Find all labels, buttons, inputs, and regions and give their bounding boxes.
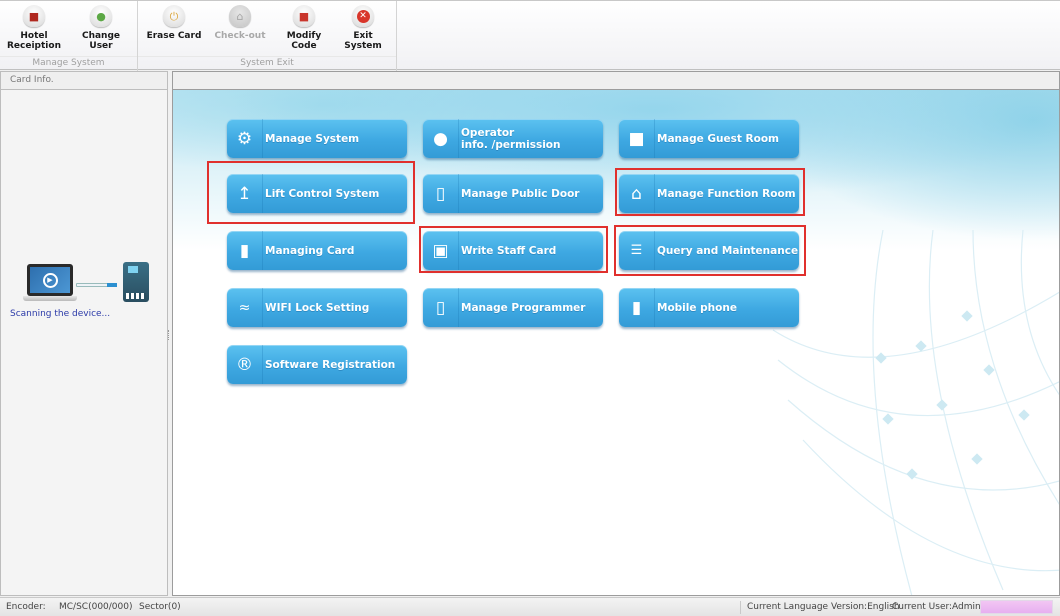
checkout-house-icon: ⌂ xyxy=(229,5,251,27)
write-staff-card-label: Write Staff Card xyxy=(461,244,557,257)
change-user-button[interactable]: ● Change User xyxy=(69,5,133,51)
group-label-manage-system: Manage System xyxy=(0,56,137,70)
escalator-icon: ↥ xyxy=(227,174,263,213)
current-user-status: Current User:Admin xyxy=(892,602,981,612)
main-function-panel: ⚙ Manage System ● Operator info. /permis… xyxy=(172,90,1060,596)
language-status: Current Language Version:English xyxy=(747,602,900,612)
managing-card-button[interactable]: ▮ Managing Card xyxy=(227,231,407,270)
exit-system-button[interactable]: ✕ Exit System xyxy=(331,5,395,51)
globe-background-graphic xyxy=(772,230,1059,595)
encoder-label: Encoder: xyxy=(6,602,46,612)
manage-programmer-button[interactable]: ▯ Manage Programmer xyxy=(423,288,603,327)
group-label-system-exit: System Exit xyxy=(138,56,396,70)
encoder-device-icon xyxy=(123,262,149,302)
main-header-bar xyxy=(172,71,1060,90)
exit-system-label: Exit System xyxy=(344,31,382,51)
card-tag-icon: ▮ xyxy=(227,231,263,270)
manage-public-door-label: Manage Public Door xyxy=(461,187,580,200)
query-maintenance-button[interactable]: ☰ Query and Maintenance xyxy=(619,231,799,270)
hotel-reception-label: Hotel Receiption xyxy=(7,31,61,51)
manage-system-label: Manage System xyxy=(265,132,360,145)
mobile-phone-icon: ▮ xyxy=(619,288,655,327)
status-separator xyxy=(740,601,741,614)
power-icon: ⏻ xyxy=(163,5,185,27)
sector-status: Sector(0) xyxy=(139,602,181,612)
status-progress-bar xyxy=(980,600,1053,614)
mobile-phone-button[interactable]: ▮ Mobile phone xyxy=(619,288,799,327)
managing-card-label: Managing Card xyxy=(265,244,355,257)
user-icon: ● xyxy=(423,119,459,158)
change-user-icon: ● xyxy=(90,5,112,27)
gear-icon: ⚙ xyxy=(227,119,263,158)
ribbon-group-system-exit: ⏻ Erase Card ⌂ Check-out ■ Modify Code ✕… xyxy=(138,1,397,71)
wifi-lock-setting-button[interactable]: ≈ WIFI Lock Setting xyxy=(227,288,407,327)
registered-icon: ® xyxy=(227,345,263,384)
ribbon-toolbar: ■ Hotel Receiption ● Change User Manage … xyxy=(0,0,1060,71)
software-registration-button[interactable]: ® Software Registration xyxy=(227,345,407,384)
check-out-button[interactable]: ⌂ Check-out xyxy=(208,5,272,41)
hotel-reception-button[interactable]: ■ Hotel Receiption xyxy=(2,5,66,51)
mc-sc-status: MC/SC(000/000) xyxy=(59,602,133,612)
wifi-lock-icon: ≈ xyxy=(227,288,263,327)
write-staff-card-button[interactable]: ▣ Write Staff Card xyxy=(423,231,603,270)
lift-control-system-label: Lift Control System xyxy=(265,187,380,200)
lift-control-system-button[interactable]: ↥ Lift Control System xyxy=(227,174,407,213)
manage-guest-room-button[interactable]: ■ Manage Guest Room xyxy=(619,119,799,158)
lock-icon: ■ xyxy=(619,119,655,158)
status-bar: Encoder: MC/SC(000/000) Sector(0) Curren… xyxy=(0,597,1060,616)
phone-device-icon: ▯ xyxy=(423,288,459,327)
mobile-phone-label: Mobile phone xyxy=(657,301,737,314)
cable-plug-icon xyxy=(107,283,117,287)
close-icon: ✕ xyxy=(352,5,374,27)
software-registration-label: Software Registration xyxy=(265,358,396,371)
check-out-label: Check-out xyxy=(214,31,266,41)
staff-card-icon: ▣ xyxy=(423,231,459,270)
laptop-icon: ▶ xyxy=(23,264,77,304)
play-icon: ▶ xyxy=(42,272,58,288)
card-info-panel: ▶ xyxy=(0,90,168,596)
manage-public-door-button[interactable]: ▯ Manage Public Door xyxy=(423,174,603,213)
card-info-header: Card Info. xyxy=(0,71,168,90)
query-maintenance-label: Query and Maintenance xyxy=(657,244,799,257)
house-gear-icon: ⌂ xyxy=(619,174,655,213)
list-search-icon: ☰ xyxy=(619,231,655,270)
lock-icon: ■ xyxy=(293,5,315,27)
device-connection-graphic: ▶ xyxy=(21,262,161,306)
scanning-status-text: Scanning the device... xyxy=(10,309,111,319)
erase-card-button[interactable]: ⏻ Erase Card xyxy=(142,5,206,41)
operator-permission-button[interactable]: ● Operator info. /permission xyxy=(423,119,603,158)
manage-system-button[interactable]: ⚙ Manage System xyxy=(227,119,407,158)
manage-function-room-button[interactable]: ⌂ Manage Function Room xyxy=(619,174,799,213)
ribbon-group-manage-system: ■ Hotel Receiption ● Change User Manage … xyxy=(0,1,138,71)
door-icon: ▯ xyxy=(423,174,459,213)
operator-permission-label: Operator info. /permission xyxy=(461,126,561,151)
manage-guest-room-label: Manage Guest Room xyxy=(657,132,779,145)
wifi-lock-setting-label: WIFI Lock Setting xyxy=(265,301,370,314)
change-user-label: Change User xyxy=(81,31,121,51)
manage-function-room-label: Manage Function Room xyxy=(657,187,796,200)
manage-programmer-label: Manage Programmer xyxy=(461,301,586,314)
hotel-reception-icon: ■ xyxy=(23,5,45,27)
modify-code-button[interactable]: ■ Modify Code xyxy=(272,5,336,51)
modify-code-label: Modify Code xyxy=(286,31,322,51)
erase-card-label: Erase Card xyxy=(146,31,202,41)
